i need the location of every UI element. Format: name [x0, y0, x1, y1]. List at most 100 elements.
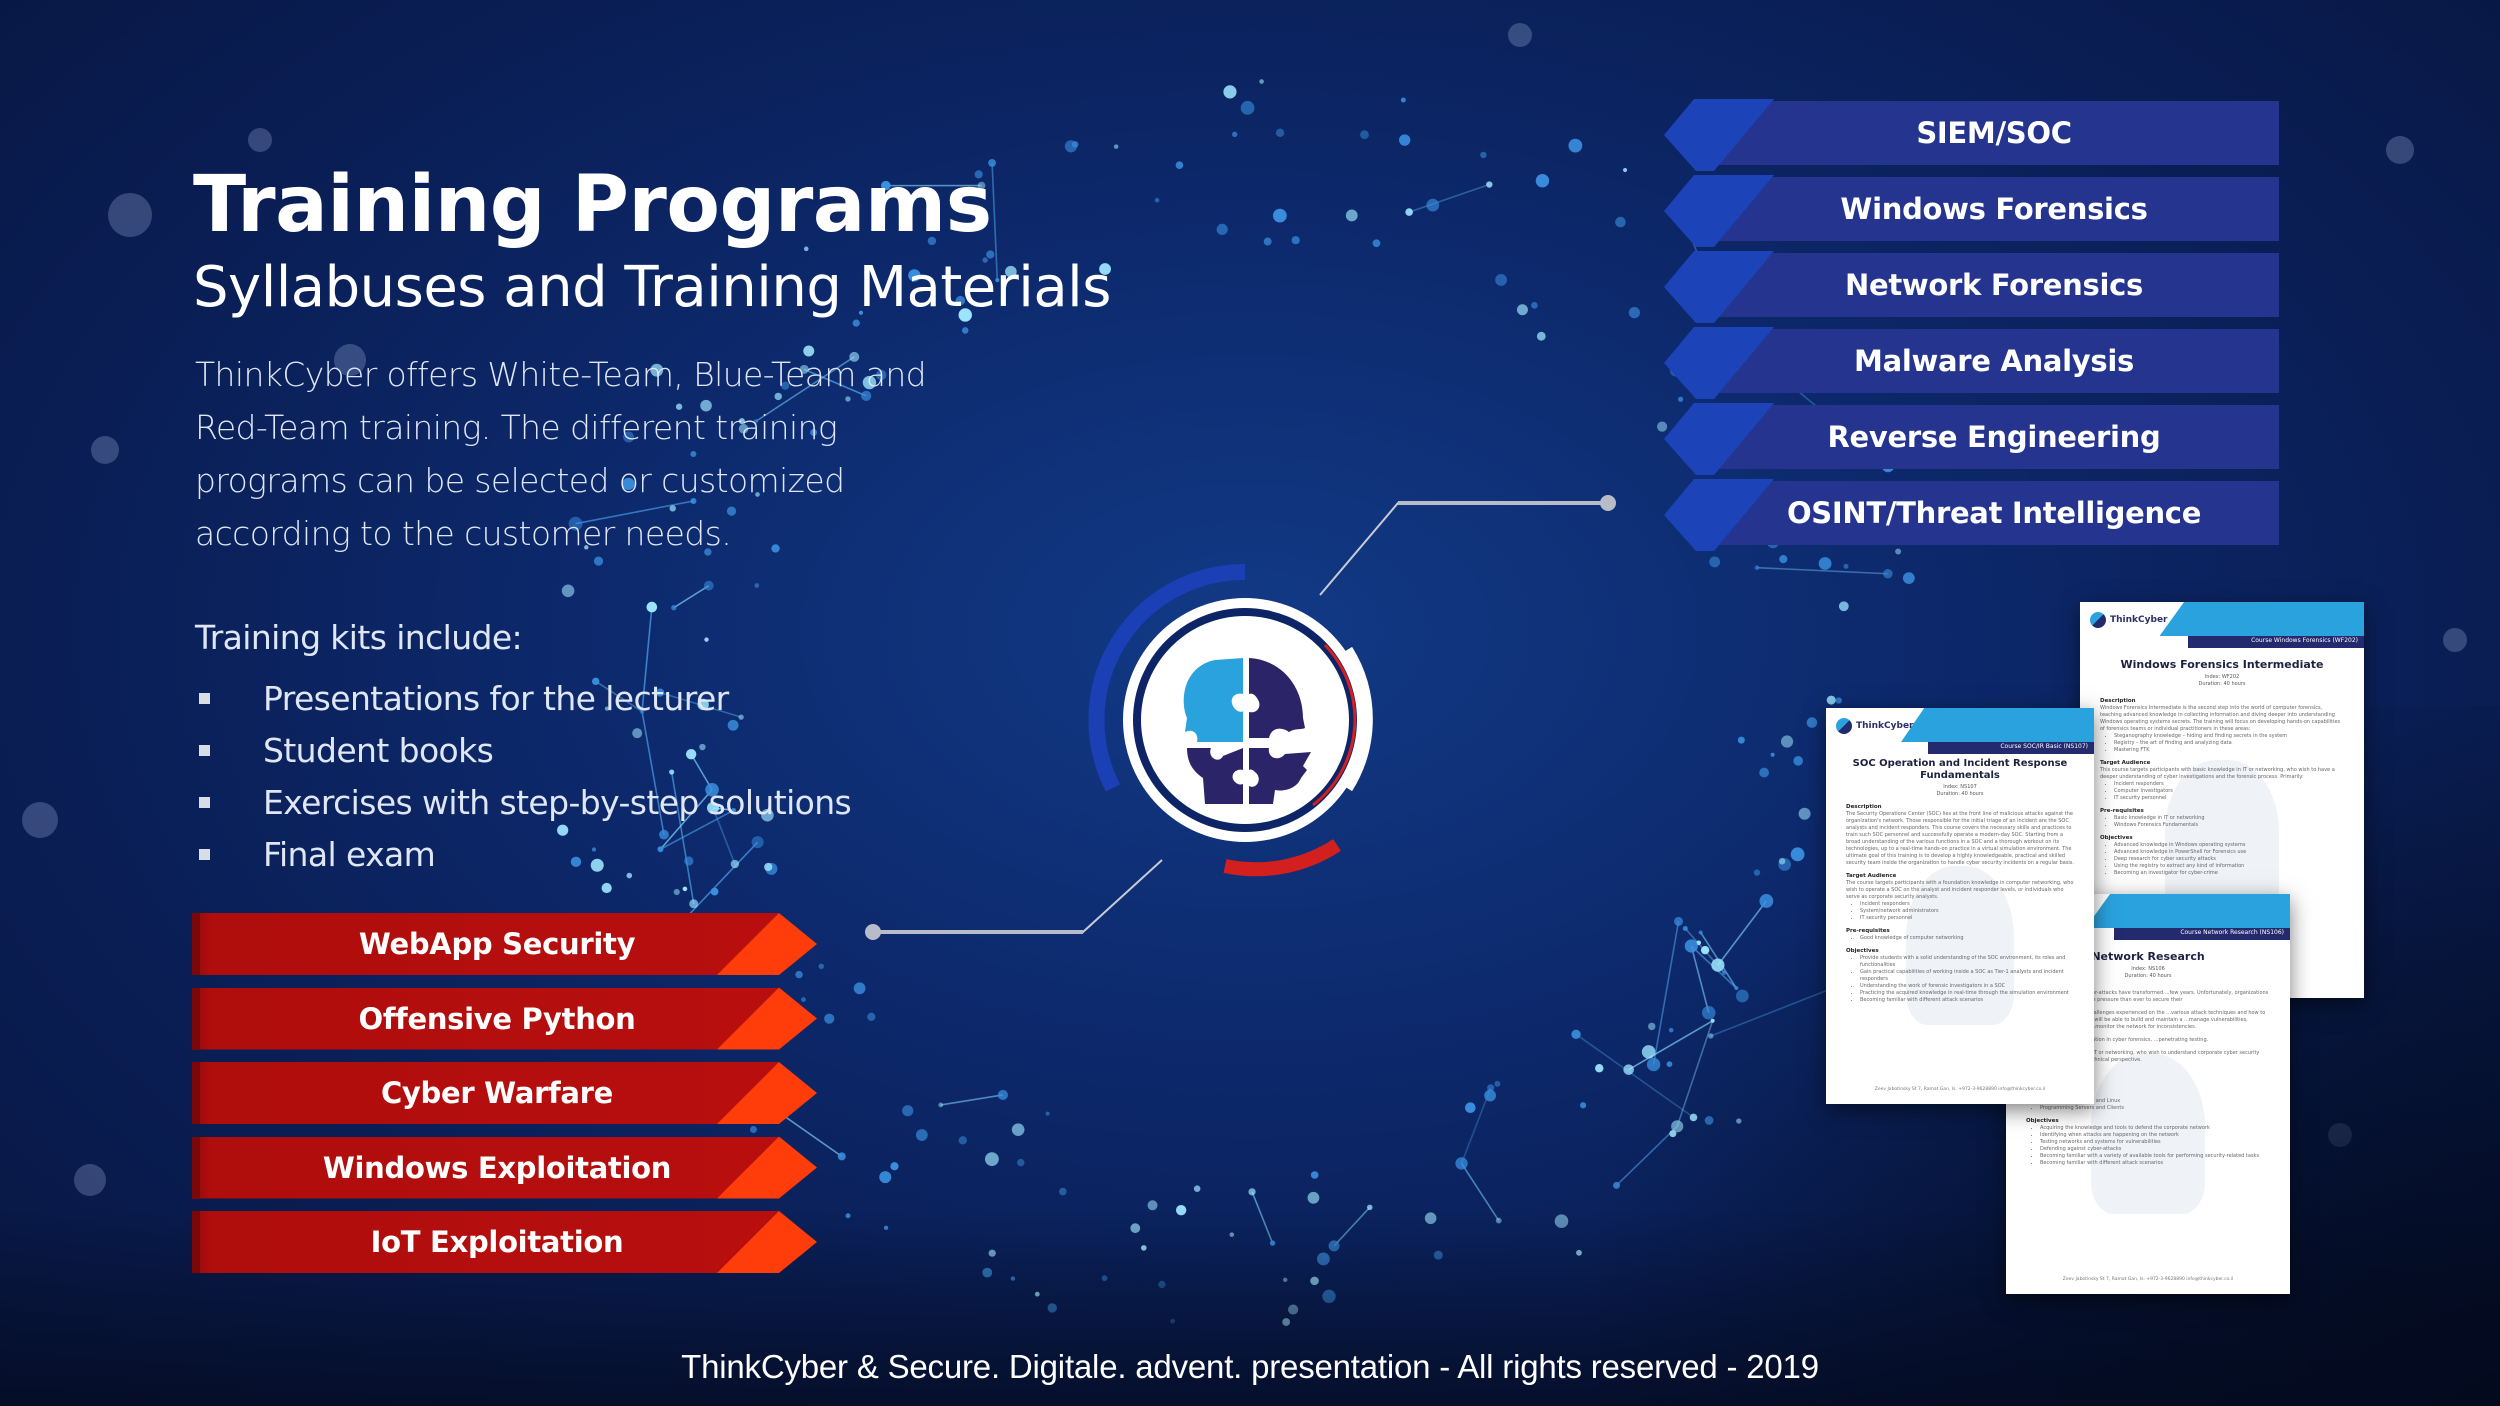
network-node: [1259, 79, 1264, 84]
network-node: [1101, 1275, 1108, 1282]
network-node: [1737, 736, 1745, 744]
program-cyber-warfare[interactable]: Cyber Warfare: [192, 1062, 832, 1124]
network-node: [1034, 1291, 1040, 1297]
section-bullets: Provide students with a solid understand…: [1846, 955, 2074, 1004]
network-node: [1711, 958, 1725, 972]
program-label: Offensive Python: [358, 1001, 636, 1036]
program-malware-analysis[interactable]: Malware Analysis: [1664, 327, 2284, 399]
network-node: [1736, 1118, 1742, 1124]
network-node: [673, 888, 680, 896]
network-node: [1778, 857, 1786, 865]
network-link: [1460, 1087, 1492, 1164]
program-windows-exploitation[interactable]: Windows Exploitation: [192, 1136, 832, 1199]
network-node: [1838, 601, 1849, 612]
document-brand: ThinkCyber: [1836, 718, 1913, 734]
background-bokeh-dot: [2386, 136, 2414, 164]
program-siem-soc[interactable]: SIEM/SOC: [1664, 99, 2284, 171]
network-node: [961, 327, 969, 334]
network-node: [1316, 1252, 1330, 1266]
program-reverse-engineering[interactable]: Reverse Engineering: [1664, 403, 2284, 475]
network-node: [1170, 1318, 1176, 1324]
section-bullet: Advanced knowledge in PowerShell for For…: [2114, 849, 2344, 856]
network-node: [1113, 144, 1119, 149]
section-text: Windows Forensics Intermediate is the se…: [2100, 705, 2341, 732]
section-bullet: Deep research for cyber security attacks: [2114, 856, 2344, 863]
section-bullet: Registry – the art of finding and analyz…: [2114, 740, 2344, 747]
network-node: [1372, 239, 1381, 248]
red-team-program-list: WebApp Security Offensive Python Cyber W…: [192, 913, 832, 1286]
network-node: [1288, 1304, 1299, 1315]
network-node: [1535, 174, 1550, 188]
network-node: [1646, 1057, 1661, 1072]
program-windows-forensics[interactable]: Windows Forensics: [1664, 175, 2284, 247]
network-node: [1064, 140, 1078, 153]
network-node: [1709, 556, 1721, 568]
section-bullet: Using the registry to extract any kind o…: [2114, 863, 2344, 870]
network-node: [1345, 209, 1358, 222]
network-node: [1568, 138, 1583, 153]
network-node: [1641, 1045, 1656, 1059]
section-bullets: Incident respondersComputer investigator…: [2100, 781, 2344, 802]
section-bullet: Becoming familiar with different attack …: [2040, 1160, 2270, 1167]
network-node: [1310, 1171, 1319, 1179]
background-bokeh-dot: [2443, 628, 2467, 652]
network-node: [1883, 569, 1893, 579]
program-network-forensics[interactable]: Network Forensics: [1664, 251, 2284, 323]
program-iot-exploitation[interactable]: IoT Exploitation: [192, 1211, 832, 1273]
network-node: [982, 1267, 993, 1278]
network-node: [561, 584, 575, 598]
network-node: [1704, 1116, 1714, 1125]
course-tag: Course SOC/IR Basic (NS107): [2000, 743, 2088, 750]
network-node: [1360, 130, 1369, 140]
network-node: [1400, 97, 1406, 103]
program-webapp-security[interactable]: WebApp Security: [192, 913, 832, 975]
network-node: [704, 637, 709, 642]
network-node: [1017, 1158, 1025, 1167]
network-node: [682, 886, 688, 892]
network-link: [1615, 1125, 1678, 1186]
network-node: [1623, 1064, 1634, 1075]
section-text: The course targets participants with a f…: [1846, 880, 2074, 900]
network-node: [1494, 1080, 1501, 1087]
network-node: [1147, 1200, 1158, 1211]
network-node: [1010, 1276, 1016, 1281]
network-link: [1460, 1162, 1500, 1222]
section-heading: Pre-requisites: [1846, 928, 1890, 934]
section-bullet: Good knowledge of computer networking: [1860, 935, 2074, 942]
section-heading: Objectives: [1846, 948, 1879, 954]
section-bullet: Basic knowledge in IT or networking: [2114, 815, 2344, 822]
network-node: [1531, 302, 1538, 309]
network-node: [915, 1129, 928, 1141]
program-osint-threat-intelligence[interactable]: OSINT/Threat Intelligence: [1664, 479, 2284, 551]
section-bullet: Becoming familiar with different attack …: [1860, 997, 2074, 1004]
page-subtitle: Syllabuses and Training Materials: [193, 255, 1111, 320]
network-node: [1310, 1276, 1319, 1286]
network-node: [1045, 1111, 1050, 1116]
section-bullet: Gain practical capabilities of working i…: [1860, 969, 2074, 983]
section-heading: Description: [2100, 698, 2136, 704]
syllabus-document-soc-ir[interactable]: Course SOC/IR Basic (NS107) ThinkCyber S…: [1826, 708, 2094, 1104]
section-heading: Target Audience: [1846, 873, 1897, 879]
course-tag: Course Network Research (NS106): [2180, 929, 2284, 936]
connector-dot-blue: [1600, 495, 1616, 511]
program-label: IoT Exploitation: [370, 1225, 624, 1259]
network-node: [1843, 563, 1849, 569]
document-header: Course SOC/IR Basic (NS107) ThinkCyber: [1826, 708, 2094, 758]
background-bokeh-dot: [1508, 23, 1532, 47]
network-node: [1826, 695, 1836, 705]
network-node: [1779, 554, 1788, 564]
network-node: [1140, 1245, 1147, 1251]
page-title: Training Programs: [193, 160, 992, 250]
network-node: [1700, 945, 1710, 955]
section-text: The Security Operations Center (SOC) lie…: [1846, 811, 2075, 866]
section-bullet: Identifying when attacks are happening o…: [2040, 1132, 2270, 1139]
network-link: [673, 584, 710, 609]
network-node: [1328, 1240, 1340, 1252]
network-node: [1682, 925, 1688, 931]
kits-heading: Training kits include:: [195, 618, 523, 657]
program-offensive-python[interactable]: Offensive Python: [192, 987, 832, 1050]
document-section: Pre-requisitesGood knowledge of computer…: [1846, 928, 2074, 942]
kits-list-item: Presentations for the lecturer: [195, 672, 851, 724]
section-text: This course targets participants with ba…: [2100, 767, 2335, 780]
course-tag: Course Windows Forensics (WF202): [2251, 637, 2358, 644]
